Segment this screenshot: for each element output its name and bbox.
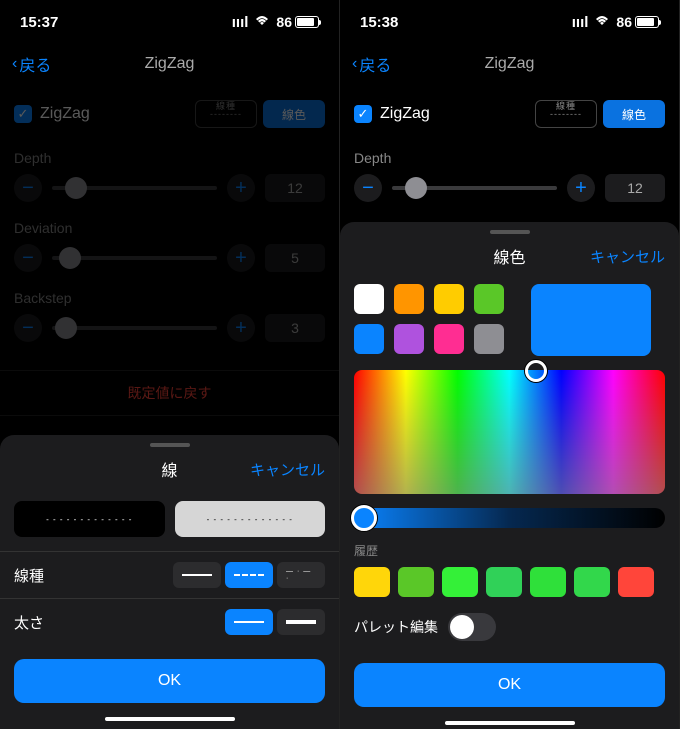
indicator-row: ✓ ZigZag 線種 -------- 線色 — [354, 96, 665, 132]
history-swatch[interactable] — [530, 567, 566, 597]
line-dashed-option[interactable] — [225, 562, 273, 588]
swatch-blue[interactable] — [354, 324, 384, 354]
page-title: ZigZag — [485, 55, 535, 73]
history-swatch[interactable] — [574, 567, 610, 597]
back-button[interactable]: ‹ 戻る — [340, 52, 391, 76]
deviation-slider[interactable] — [52, 256, 217, 260]
nav-bar: ‹ 戻る ZigZag — [340, 44, 679, 84]
cancel-button[interactable]: キャンセル — [250, 459, 325, 480]
plus-button[interactable]: + — [227, 314, 255, 342]
palette-edit-row: パレット編集 — [340, 605, 679, 649]
signal-icon: ıııl — [572, 14, 589, 31]
signal-icon: ıııl — [232, 14, 249, 31]
status-right: ıııl 86 — [572, 14, 659, 31]
color-picker-sheet: 線色 キャンセル — [340, 222, 679, 729]
screen-left: 15:37 ıııl 86 ‹ 戻る ZigZag ✓ ZigZag — [0, 0, 340, 729]
depth-slider[interactable] — [52, 186, 217, 190]
line-type-button[interactable]: 線種 -------- — [535, 100, 597, 128]
sheet-handle[interactable] — [490, 230, 530, 234]
backstep-slider[interactable] — [52, 326, 217, 330]
line-type-button[interactable]: 線種 -------- — [195, 100, 257, 128]
status-right: ıııl 86 — [232, 14, 319, 31]
battery-indicator: 86 — [616, 14, 659, 30]
swatch-white[interactable] — [354, 284, 384, 314]
backstep-value: 3 — [265, 314, 325, 342]
plus-button[interactable]: + — [227, 174, 255, 202]
deviation-value: 5 — [265, 244, 325, 272]
swatch-green[interactable] — [474, 284, 504, 314]
home-indicator — [105, 717, 235, 721]
depth-value: 12 — [265, 174, 325, 202]
color-gradient-picker[interactable] — [354, 370, 665, 494]
line-style-sheet: 線 キャンセル - - - - - - - - - - - - - - - - … — [0, 435, 339, 729]
palette-swatches — [340, 274, 679, 366]
home-indicator — [445, 721, 575, 725]
minus-button[interactable]: − — [14, 314, 42, 342]
line-type-row: 線種 — · — · — [0, 551, 339, 598]
indicator-row: ✓ ZigZag 線種 -------- 線色 — [14, 96, 325, 132]
wifi-icon — [594, 14, 610, 31]
reset-defaults-button[interactable]: 既定値に戻す — [0, 370, 339, 416]
line-dashdot-option[interactable]: — · — · — [277, 562, 325, 588]
swatch-orange[interactable] — [394, 284, 424, 314]
line-color-button[interactable]: 線色 — [263, 100, 325, 128]
chevron-left-icon: ‹ — [12, 55, 17, 73]
indicator-name: ZigZag — [40, 105, 90, 123]
chevron-left-icon: ‹ — [352, 55, 357, 73]
thickness-thick-option[interactable] — [277, 609, 325, 635]
status-bar: 15:37 ıııl 86 — [0, 0, 339, 44]
depth-slider[interactable] — [392, 186, 557, 190]
wifi-icon — [254, 14, 270, 31]
plus-button[interactable]: + — [567, 174, 595, 202]
history-swatch[interactable] — [354, 567, 390, 597]
swatch-yellow[interactable] — [434, 284, 464, 314]
swatch-purple[interactable] — [394, 324, 424, 354]
brightness-slider[interactable] — [354, 508, 665, 528]
brightness-thumb[interactable] — [351, 505, 377, 531]
minus-button[interactable]: − — [14, 244, 42, 272]
color-preview — [531, 284, 651, 356]
param-depth: Depth − + 12 — [354, 150, 665, 202]
minus-button[interactable]: − — [14, 174, 42, 202]
cancel-button[interactable]: キャンセル — [590, 246, 665, 267]
line-color-button[interactable]: 線色 — [603, 100, 665, 128]
screen-right: 15:38 ıııl 86 ‹ 戻る ZigZag ✓ ZigZag — [340, 0, 680, 729]
status-time: 15:37 — [20, 14, 58, 31]
thickness-thin-option[interactable] — [225, 609, 273, 635]
param-deviation: Deviation − + 5 — [14, 220, 325, 272]
history-swatch[interactable] — [398, 567, 434, 597]
status-bar: 15:38 ıııl 86 — [340, 0, 679, 44]
depth-value: 12 — [605, 174, 665, 202]
swatch-pink[interactable] — [434, 324, 464, 354]
param-backstep: Backstep − + 3 — [14, 290, 325, 342]
minus-button[interactable]: − — [354, 174, 382, 202]
gradient-thumb[interactable] — [525, 360, 547, 382]
indicator-checkbox[interactable]: ✓ — [14, 105, 32, 123]
history-swatches — [340, 559, 679, 605]
ok-button[interactable]: OK — [354, 663, 665, 707]
palette-edit-toggle[interactable] — [448, 613, 496, 641]
line-solid-option[interactable] — [173, 562, 221, 588]
line-preview-light[interactable]: - - - - - - - - - - - - - — [175, 501, 326, 537]
status-time: 15:38 — [360, 14, 398, 31]
history-label: 履歴 — [340, 542, 679, 559]
history-swatch[interactable] — [442, 567, 478, 597]
indicator-checkbox[interactable]: ✓ — [354, 105, 372, 123]
page-title: ZigZag — [145, 55, 195, 73]
param-depth: Depth − + 12 — [14, 150, 325, 202]
ok-button[interactable]: OK — [14, 659, 325, 703]
sheet-title: 線色 — [493, 244, 525, 268]
sheet-title: 線 — [161, 457, 177, 481]
line-preview-dark[interactable]: - - - - - - - - - - - - - — [14, 501, 165, 537]
plus-button[interactable]: + — [227, 244, 255, 272]
back-button[interactable]: ‹ 戻る — [0, 52, 51, 76]
swatch-gray[interactable] — [474, 324, 504, 354]
history-swatch[interactable] — [618, 567, 654, 597]
thickness-row: 太さ — [0, 598, 339, 645]
battery-indicator: 86 — [276, 14, 319, 30]
sheet-handle[interactable] — [150, 443, 190, 447]
indicator-name: ZigZag — [380, 105, 430, 123]
nav-bar: ‹ 戻る ZigZag — [0, 44, 339, 84]
history-swatch[interactable] — [486, 567, 522, 597]
